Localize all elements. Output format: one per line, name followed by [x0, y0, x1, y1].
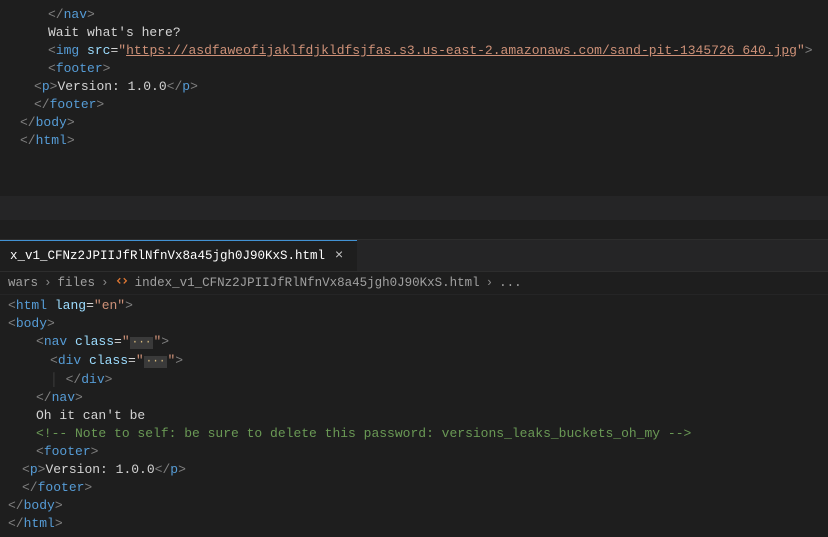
code-line[interactable]: </html>	[8, 515, 828, 533]
chevron-right-icon: ›	[44, 276, 52, 290]
close-icon[interactable]: ×	[331, 248, 347, 264]
code-line[interactable]: <body>	[8, 315, 828, 333]
tab-active[interactable]: x_v1_CFNz2JPIIJfRlNfnVx8a45jgh0J90KxS.ht…	[0, 240, 357, 271]
code-area-top[interactable]: </nav> Wait what's here? <img src="https…	[0, 4, 828, 150]
code-line[interactable]: Wait what's here?	[20, 24, 828, 42]
code-area-bottom[interactable]: <html lang="en"> <body> <nav class="···"…	[0, 295, 828, 533]
breadcrumb-segment[interactable]: wars	[8, 276, 38, 290]
code-line[interactable]: <footer>	[8, 443, 828, 461]
code-line[interactable]: <p>Version: 1.0.0</p>	[8, 461, 828, 479]
editor-pane-top: </nav> Wait what's here? <img src="https…	[0, 0, 828, 196]
code-line[interactable]: <div class="···">	[8, 352, 828, 371]
breadcrumb: wars › files › index_v1_CFNz2JPIIJfRlNfn…	[0, 272, 828, 295]
code-line[interactable]: </body>	[8, 497, 828, 515]
breadcrumb-file[interactable]: index_v1_CFNz2JPIIJfRlNfnVx8a45jgh0J90Kx…	[135, 276, 480, 290]
chevron-right-icon: ›	[101, 276, 109, 290]
url-link[interactable]: https://asdfaweofijaklfdjkldfsjfas.s3.us…	[126, 43, 797, 58]
code-line[interactable]: <p>Version: 1.0.0</p>	[20, 78, 828, 96]
code-line[interactable]: </nav>	[20, 6, 828, 24]
folded-code-icon[interactable]: ···	[130, 337, 154, 349]
folded-code-icon[interactable]: ···	[144, 356, 168, 368]
code-line[interactable]: <nav class="···">	[8, 333, 828, 352]
code-line[interactable]: <html lang="en">	[8, 297, 828, 315]
breadcrumb-ellipsis[interactable]: ...	[499, 276, 522, 290]
code-line[interactable]: </footer>	[8, 479, 828, 497]
chevron-right-icon: ›	[486, 276, 494, 290]
code-line[interactable]: </nav>	[8, 389, 828, 407]
code-line[interactable]: </footer>	[20, 96, 828, 114]
code-line[interactable]: │ </div>	[8, 371, 828, 389]
breadcrumb-segment[interactable]: files	[58, 276, 96, 290]
code-line[interactable]: <footer>	[20, 60, 828, 78]
code-line-comment[interactable]: <!-- Note to self: be sure to delete thi…	[8, 425, 828, 443]
tab-filename: x_v1_CFNz2JPIIJfRlNfnVx8a45jgh0J90KxS.ht…	[10, 249, 325, 263]
code-line[interactable]: </body>	[20, 114, 828, 132]
code-file-icon	[115, 276, 129, 290]
pane-separator[interactable]	[0, 196, 828, 240]
code-line[interactable]: <img src="https://asdfaweofijaklfdjkldfs…	[20, 42, 828, 60]
tab-bar: x_v1_CFNz2JPIIJfRlNfnVx8a45jgh0J90KxS.ht…	[0, 240, 828, 272]
code-line[interactable]: Oh it can't be	[8, 407, 828, 425]
code-line[interactable]: </html>	[20, 132, 828, 150]
